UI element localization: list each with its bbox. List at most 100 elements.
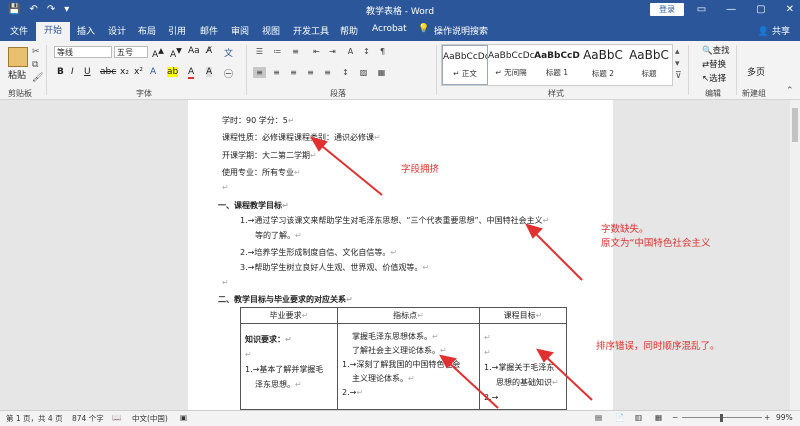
tab-insert[interactable]: 插入 [77,24,95,37]
tab-mailings[interactable]: 邮件 [200,24,218,37]
ribbon-display-icon[interactable]: ▭ [697,2,706,17]
superscript-icon[interactable]: x² [134,67,143,77]
proofing-icon[interactable]: 📖 [112,413,121,422]
zoom-slider-thumb[interactable] [720,414,723,422]
strikethrough-icon[interactable]: abc [100,67,116,77]
minimize-button[interactable]: — [726,2,736,17]
login-button[interactable]: 登录 [650,3,684,16]
shrink-font-icon[interactable]: A▼ [170,46,182,60]
copy-icon[interactable]: ⧉ [32,60,38,70]
tell-me-search[interactable]: 操作说明搜索 [434,24,488,37]
enclosed-char-icon[interactable]: ㊀ [224,67,233,80]
macro-icon[interactable]: ▣ [180,413,187,422]
focus-mode-icon[interactable]: ▤ [595,413,602,422]
distributed-icon[interactable]: ≡ [321,67,334,78]
line-spacing-icon[interactable]: ↕ [339,67,352,78]
vertical-scrollbar[interactable] [790,100,800,410]
font-name-combo[interactable]: 等线 [54,46,112,58]
tab-design[interactable]: 设计 [108,24,126,37]
share-label: 共享 [771,27,790,37]
select-label: 选择 [709,74,727,84]
read-mode-icon[interactable]: 📄 [615,413,624,422]
clipboard-group-label: 剪贴板 [8,89,32,98]
font-group-label: 字体 [136,89,152,98]
cut-icon[interactable]: ✂ [32,47,40,57]
styles-more-icon[interactable]: ⊽ [675,71,682,81]
zoom-out-icon[interactable]: − [672,413,678,422]
multi-page-button[interactable]: 多页 [747,65,765,78]
align-center-icon[interactable]: ≡ [270,67,283,78]
numbering-icon[interactable]: ≔ [271,46,284,57]
tab-help[interactable]: 帮助 [340,24,358,37]
tab-layout[interactable]: 布局 [138,24,156,37]
select-button[interactable]: ↖选择 [702,72,726,84]
annotation-order: 排序错误，同时顺序混乱了。 [596,341,720,352]
print-layout-icon[interactable]: ▥ [635,413,642,422]
language[interactable]: 中文(中国) [132,413,168,424]
zoom-level[interactable]: 99% [776,413,793,422]
style-heading2[interactable]: AaBbC 标题 2 [580,45,626,85]
justify-icon[interactable]: ≡ [304,67,317,78]
subscript-icon[interactable]: x₂ [120,67,129,77]
restore-button[interactable]: ▢ [756,2,765,17]
paragraph-group-label: 段落 [330,89,346,98]
window-controls: ▭ — ▢ ✕ [697,2,794,17]
clear-format-icon[interactable]: A̸ [206,46,212,56]
bullets-icon[interactable]: ☰ [253,46,266,57]
tab-review[interactable]: 审阅 [231,24,249,37]
zoom-in-icon[interactable]: + [764,413,770,422]
arrow-crowded-field [316,141,383,196]
font-size-combo[interactable]: 五号 [114,46,148,58]
replace-button[interactable]: ⇄替换 [702,58,726,70]
style-heading1[interactable]: AaBbCcD 标题 1 [534,45,580,85]
tab-file[interactable]: 文件 [10,24,28,37]
paste-icon[interactable] [8,47,28,67]
tab-references[interactable]: 引用 [168,24,186,37]
sort-icon[interactable]: ↕ [360,46,373,57]
style-name: ↵ 无间隔 [495,68,527,77]
multilevel-list-icon[interactable]: ≡ [289,46,302,57]
close-button[interactable]: ✕ [786,2,794,17]
italic-icon[interactable]: I [71,67,74,77]
highlight-icon[interactable]: ab [167,67,179,77]
share-button[interactable]: 👤 共享 [758,24,790,37]
decrease-indent-icon[interactable]: ⇤ [310,46,323,57]
style-normal[interactable]: AaBbCcDc ↵ 正文 [442,45,488,85]
grow-font-icon[interactable]: A▲ [152,46,164,60]
collapse-ribbon-icon[interactable]: ⌃ [786,86,794,96]
annotation-crowded: 字段拥挤 [401,164,440,175]
format-painter-icon[interactable]: 🖌 [32,73,43,83]
scrollbar-thumb[interactable] [792,108,798,142]
word-count[interactable]: 874 个字 [72,413,104,424]
arrow-order-error-2 [542,353,593,401]
web-layout-icon[interactable]: ▦ [655,413,662,422]
phonetic-guide-icon[interactable]: 文 [224,46,233,59]
tab-acrobat[interactable]: Acrobat [372,24,407,34]
style-no-spacing[interactable]: AaBbCcDc ↵ 无间隔 [488,45,534,85]
page-count[interactable]: 第 1 页，共 4 页 [6,413,63,424]
styles-scroll-down-icon[interactable]: ▾ [675,59,680,69]
change-case-icon[interactable]: Aa [188,46,200,56]
align-left-icon[interactable]: ≡ [253,67,266,78]
increase-indent-icon[interactable]: ⇥ [326,46,339,57]
text-effects-icon[interactable]: A [150,67,156,77]
font-color-icon[interactable]: A [188,67,195,79]
annotation-original: 原文为“中国特色社会主义 [601,238,711,249]
tab-home[interactable]: 开始 [36,22,71,41]
style-sample: AaBbC [583,48,623,62]
style-title[interactable]: AaBbC 标题 [626,45,672,85]
shading-icon[interactable]: ▨ [357,67,370,78]
find-button[interactable]: 🔍查找 [702,44,730,56]
styles-scroll-up-icon[interactable]: ▴ [675,47,680,57]
tab-developer[interactable]: 开发工具 [293,24,329,37]
char-shading-icon[interactable]: A [206,67,213,77]
tab-view[interactable]: 视图 [262,24,280,37]
chinese-layout-icon[interactable]: A [344,46,357,57]
align-right-icon[interactable]: ≡ [287,67,300,78]
underline-icon[interactable]: U [84,67,91,77]
bold-icon[interactable]: B [57,67,64,77]
document-area: 学时：90 学分：5↵ 课程性质：必修课程课程类别：通识必修课↵ 开课学期：大二… [0,100,790,410]
paste-button[interactable]: 粘贴 [8,68,26,81]
show-marks-icon[interactable]: ¶ [376,46,389,57]
borders-icon[interactable]: ▦ [375,67,388,78]
